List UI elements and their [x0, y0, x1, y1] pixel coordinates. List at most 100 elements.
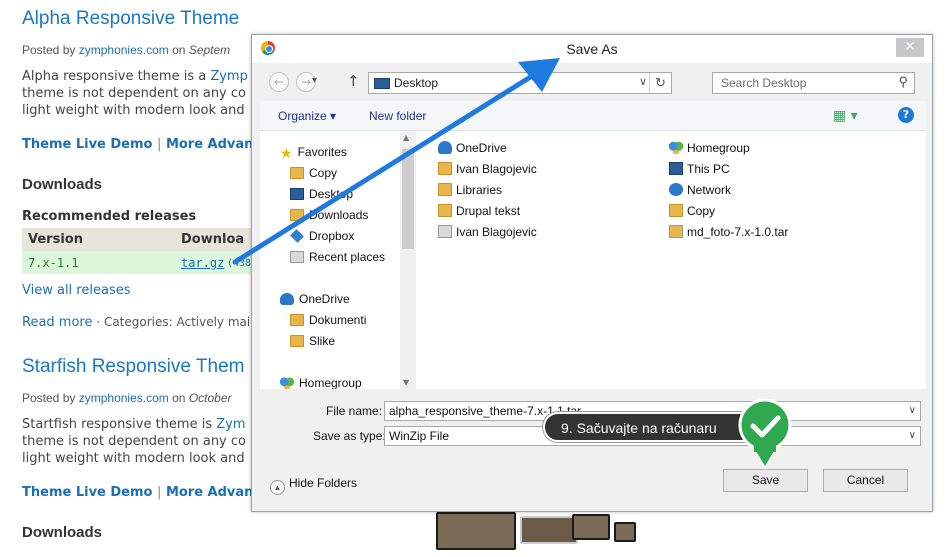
author-link[interactable]: zymphonies.com: [79, 391, 169, 405]
folder-icon: [290, 314, 304, 326]
help-icon[interactable]: ?: [898, 107, 914, 123]
post-date: October: [188, 391, 232, 405]
file-item-ivan-blagojevic[interactable]: Ivan Blagojevic: [438, 162, 537, 176]
file-item-network[interactable]: Network: [669, 183, 731, 197]
post-description: Alpha responsive theme is a Zymp theme i…: [22, 68, 257, 119]
link-separator: |: [157, 137, 162, 152]
nav-item-dropbox[interactable]: Dropbox: [290, 229, 354, 243]
categories-text: · Categories: Actively mai: [96, 315, 251, 329]
link-separator: |: [157, 485, 162, 500]
recommended-releases-heading: Recommended releases: [22, 209, 197, 224]
author-link[interactable]: zymphonies.com: [79, 43, 169, 57]
desc-link[interactable]: Zym: [216, 417, 245, 432]
close-button[interactable]: ✕: [896, 38, 924, 57]
scroll-down-icon[interactable]: ▼: [403, 378, 409, 387]
theme-links: Theme Live Demo | More Advan: [22, 485, 253, 500]
view-all-releases-link[interactable]: View all releases: [22, 283, 130, 298]
desktop-icon: [374, 78, 390, 89]
file-name-label: File name:: [326, 404, 383, 418]
releases-table: Version Downloa 7.x-1.1 tar.gz (438: [22, 228, 258, 274]
downloads-folder-icon: [290, 209, 304, 221]
devices-image: [430, 512, 640, 557]
on-label: on: [172, 391, 186, 405]
nav-item-slike[interactable]: Slike: [290, 334, 335, 348]
hide-folders-toggle[interactable]: ▲ Hide Folders: [270, 476, 357, 495]
nav-item-recent-places[interactable]: Recent places: [290, 250, 385, 264]
file-size: (438: [227, 258, 252, 269]
dialog-titlebar[interactable]: Save As ✕: [252, 35, 932, 63]
file-item-drupal-tekst[interactable]: Drupal tekst: [438, 204, 520, 218]
desc-link[interactable]: Zymp: [210, 69, 248, 84]
desc-line: theme is not dependent on any co: [22, 434, 246, 449]
up-arrow-icon[interactable]: ↑: [347, 72, 360, 90]
desc-text: Startfish responsive theme is: [22, 417, 217, 432]
monitor-device: [436, 512, 516, 550]
read-more-link[interactable]: Read more: [22, 315, 92, 330]
tablet-device: [572, 514, 610, 540]
column-download: Downloa: [181, 232, 245, 247]
post-meta: Posted by zymphonies.com on October: [22, 391, 232, 405]
refresh-icon[interactable]: ↻: [649, 73, 671, 93]
desc-text: Alpha responsive theme is a: [22, 69, 211, 84]
nav-item-copy[interactable]: Copy: [290, 166, 337, 180]
file-list-pane[interactable]: OneDrive Ivan Blagojevic Libraries Drupa…: [416, 131, 926, 389]
theme-live-demo-link[interactable]: Theme Live Demo: [22, 485, 152, 500]
nav-item-homegroup[interactable]: Homegroup: [280, 376, 362, 389]
search-input[interactable]: Search Desktop ⚲: [712, 72, 915, 94]
column-version: Version: [28, 232, 83, 247]
search-icon[interactable]: ⚲: [898, 74, 908, 90]
file-item-copy[interactable]: Copy: [669, 204, 715, 218]
address-bar[interactable]: Desktop ∨ ↻: [368, 72, 672, 94]
file-item-libraries[interactable]: Libraries: [438, 183, 502, 197]
nav-item-downloads[interactable]: Downloads: [290, 208, 368, 222]
check-pointer-joint: [754, 444, 776, 452]
file-item-this-pc[interactable]: This PC: [669, 162, 730, 176]
change-view-icon[interactable]: ▦ ▾: [833, 108, 858, 124]
post-title-alpha[interactable]: Alpha Responsive Theme: [22, 8, 239, 30]
chevron-down-icon[interactable]: ∨: [909, 427, 916, 445]
nav-item-desktop[interactable]: Desktop: [290, 187, 353, 201]
save-as-type-value: WinZip File: [389, 429, 450, 443]
cancel-button[interactable]: Cancel: [823, 469, 908, 492]
new-folder-button[interactable]: New folder: [369, 109, 426, 123]
post-title-starfish[interactable]: Starfish Responsive Them: [22, 356, 244, 378]
desktop-icon: [290, 188, 304, 200]
navpane-scrollbar[interactable]: ▲ ▼: [400, 131, 416, 389]
star-icon: ★: [280, 145, 293, 161]
nav-item-favorites[interactable]: ★ Favorites: [280, 145, 347, 161]
file-item-md-foto-archive[interactable]: md_foto-7.x-1.0.tar: [669, 225, 788, 239]
homegroup-icon: [280, 377, 294, 389]
recent-locations-dropdown-icon[interactable]: ▾: [312, 75, 317, 86]
desc-line: light weight with modern look and: [22, 103, 245, 118]
more-advanced-link[interactable]: More Advan: [166, 485, 254, 500]
nav-item-dokumenti[interactable]: Dokumenti: [290, 313, 366, 327]
address-text: Desktop: [394, 76, 439, 90]
nav-item-onedrive[interactable]: OneDrive: [280, 292, 350, 306]
phone-device: [614, 522, 636, 542]
more-advanced-link[interactable]: More Advan: [166, 137, 254, 152]
step-callout: 9. Sačuvajte na računaru: [543, 412, 761, 442]
chevron-down-icon[interactable]: ∨: [909, 402, 916, 420]
file-item-ivan-blagojevic-shortcut[interactable]: Ivan Blagojevic: [438, 225, 537, 239]
user-folder-icon: [438, 162, 452, 175]
chevron-down-icon[interactable]: ∨: [639, 75, 647, 88]
shortcut-icon: [438, 225, 452, 238]
tar-gz-download-link[interactable]: tar.gz: [181, 256, 224, 270]
post-date: Septem: [188, 43, 231, 57]
hide-folders-label: Hide Folders: [289, 476, 358, 490]
file-item-onedrive[interactable]: OneDrive: [438, 141, 507, 155]
scrollbar-thumb[interactable]: [402, 149, 414, 249]
search-placeholder: Search Desktop: [721, 76, 807, 90]
navigation-pane[interactable]: ★ Favorites Copy Desktop Downloads Dropbo…: [260, 131, 416, 389]
network-icon: [669, 183, 683, 196]
file-item-homegroup[interactable]: Homegroup: [669, 141, 750, 155]
folder-icon: [290, 167, 304, 179]
theme-live-demo-link[interactable]: Theme Live Demo: [22, 137, 152, 152]
posted-by-label: Posted by: [22, 43, 76, 57]
back-arrow-icon[interactable]: ←: [269, 72, 289, 92]
organize-menu[interactable]: Organize ▾: [278, 109, 336, 123]
desc-line: theme is not dependent on any co: [22, 86, 246, 101]
scroll-up-icon[interactable]: ▲: [403, 133, 409, 142]
theme-links: Theme Live Demo | More Advan: [22, 137, 253, 152]
folder-icon: [290, 335, 304, 347]
